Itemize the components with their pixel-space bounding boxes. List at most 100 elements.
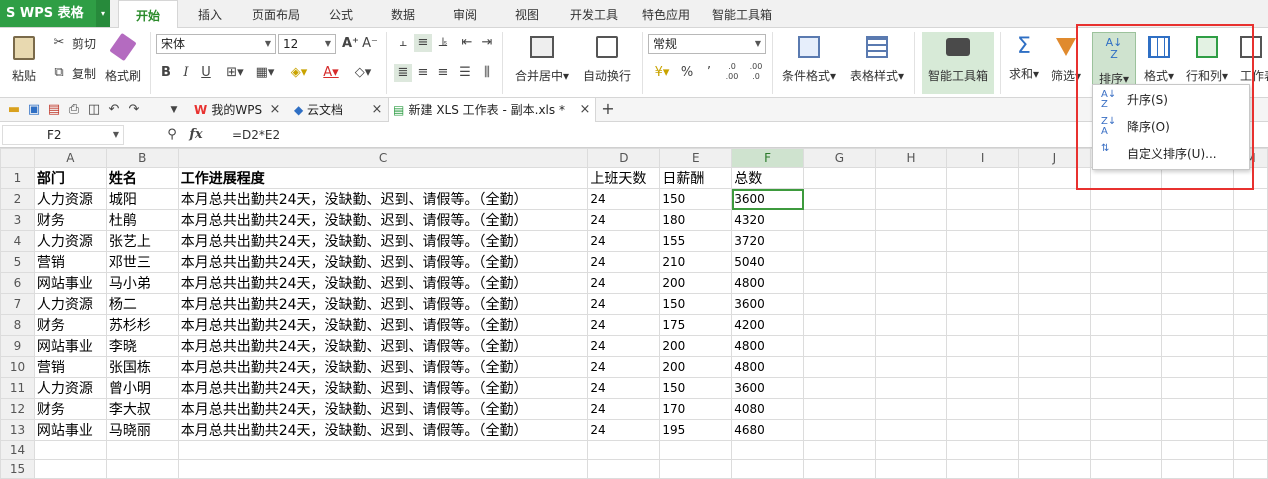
cell-total[interactable]: 5040 — [731, 251, 804, 273]
tab-developer[interactable]: 开发工具 — [564, 0, 624, 28]
cell-daily-pay[interactable]: 200 — [659, 356, 733, 378]
row-header[interactable]: 2 — [0, 188, 35, 210]
font-size-select[interactable]: 12 ▼ — [278, 34, 336, 54]
grid-cell[interactable] — [1233, 459, 1268, 479]
grid-cell[interactable] — [803, 293, 876, 315]
tab-review[interactable]: 审阅 — [442, 0, 488, 28]
row-header[interactable]: 5 — [0, 251, 35, 273]
grid-cell[interactable] — [803, 419, 876, 441]
row-header[interactable]: 1 — [0, 167, 35, 189]
grid-cell[interactable] — [1161, 356, 1235, 378]
cell-progress[interactable]: 本月总共出勤共24天，没缺勤、迟到、请假等。（全勤） — [177, 188, 589, 210]
cell-department[interactable]: 网站事业 — [33, 419, 107, 441]
grid-cell[interactable] — [1018, 314, 1091, 336]
grid-cell[interactable] — [803, 440, 876, 460]
cell-progress[interactable]: 本月总共出勤共24天，没缺勤、迟到、请假等。（全勤） — [177, 251, 589, 273]
align-top-icon[interactable]: ⫠ — [394, 34, 412, 52]
grid-cell[interactable] — [1233, 440, 1268, 460]
column-header[interactable]: D — [587, 148, 661, 168]
fill-color-icon[interactable]: ◈▾ — [286, 64, 312, 82]
grid-cell[interactable] — [874, 188, 948, 210]
grid-cell[interactable] — [1161, 419, 1235, 441]
cell-total[interactable]: 4800 — [731, 335, 804, 357]
row-header[interactable]: 3 — [0, 209, 35, 231]
grid-cell[interactable] — [874, 356, 948, 378]
tab-smart-toolbox[interactable]: 智能工具箱 — [706, 0, 778, 28]
header-cell-daily-pay[interactable]: 日薪酬 — [659, 167, 733, 189]
cell-department[interactable]: 财务 — [33, 209, 107, 231]
grid-cell[interactable] — [946, 272, 1020, 294]
cell-daily-pay[interactable]: 150 — [659, 188, 733, 210]
grid-cell[interactable] — [946, 459, 1020, 479]
grow-font-icon[interactable]: A⁺ — [342, 35, 359, 53]
cell-days[interactable]: 24 — [587, 377, 661, 399]
grid-cell[interactable] — [1018, 419, 1091, 441]
grid-cell[interactable] — [874, 440, 948, 460]
header-cell-days[interactable]: 上班天数 — [587, 167, 661, 189]
export-pdf-icon[interactable]: ▤ — [46, 101, 62, 119]
tab-page-layout[interactable]: 页面布局 — [244, 0, 308, 28]
cell-progress[interactable]: 本月总共出勤共24天，没缺勤、迟到、请假等。（全勤） — [177, 377, 589, 399]
grid-cell[interactable] — [874, 230, 948, 252]
cell-department[interactable]: 人力资源 — [33, 188, 107, 210]
cell-days[interactable]: 24 — [587, 314, 661, 336]
column-header[interactable]: H — [874, 148, 948, 168]
cell-days[interactable]: 24 — [587, 398, 661, 420]
cell-progress[interactable]: 本月总共出勤共24天，没缺勤、迟到、请假等。（全勤） — [177, 293, 589, 315]
grid-cell[interactable] — [1089, 293, 1163, 315]
grid-cell[interactable] — [1233, 251, 1268, 273]
underline-icon[interactable]: U — [198, 64, 214, 82]
open-folder-icon[interactable]: ▬ — [6, 101, 22, 119]
column-header[interactable]: G — [803, 148, 876, 168]
wrap-text-button[interactable]: 自动换行 — [578, 34, 636, 94]
select-all-corner[interactable] — [0, 148, 35, 168]
grid-cell[interactable] — [946, 293, 1020, 315]
cell-name[interactable]: 苏杉杉 — [105, 314, 179, 336]
cell-days[interactable]: 24 — [587, 419, 661, 441]
row-header[interactable]: 7 — [0, 293, 35, 315]
grid-cell[interactable] — [803, 251, 876, 273]
grid-cell[interactable] — [874, 293, 948, 315]
grid-cell[interactable] — [1018, 293, 1091, 315]
grid-cell[interactable] — [803, 167, 876, 189]
tab-data[interactable]: 数据 — [380, 0, 426, 28]
grid-cell[interactable] — [1161, 188, 1235, 210]
grid-cell[interactable] — [1233, 377, 1268, 399]
grid-cell[interactable] — [1089, 398, 1163, 420]
cell-name[interactable]: 邓世三 — [105, 251, 179, 273]
grid-cell[interactable] — [1233, 335, 1268, 357]
cell-daily-pay[interactable]: 170 — [659, 398, 733, 420]
grid-cell[interactable] — [1089, 440, 1163, 460]
cell-total[interactable]: 4080 — [731, 398, 804, 420]
grid-cell[interactable] — [874, 272, 948, 294]
cell-total[interactable]: 3600 — [731, 377, 804, 399]
align-bottom-icon[interactable]: ⫡ — [434, 34, 452, 52]
grid-cell[interactable] — [946, 398, 1020, 420]
cell-progress[interactable]: 本月总共出勤共24天，没缺勤、迟到、请假等。（全勤） — [177, 314, 589, 336]
cell-daily-pay[interactable]: 195 — [659, 419, 733, 441]
column-header[interactable]: A — [33, 148, 107, 168]
grid-cell[interactable] — [1089, 335, 1163, 357]
grid-cell[interactable] — [1089, 188, 1163, 210]
grid-cell[interactable] — [1018, 440, 1091, 460]
redo-icon[interactable]: ↷ — [126, 101, 142, 119]
grid-cell[interactable] — [803, 272, 876, 294]
grid-cell[interactable] — [1018, 356, 1091, 378]
grid-cell[interactable] — [1161, 440, 1235, 460]
column-header[interactable]: C — [177, 148, 589, 168]
grid-cell[interactable] — [946, 335, 1020, 357]
grid-cell[interactable] — [1233, 314, 1268, 336]
cell-department[interactable]: 营销 — [33, 251, 107, 273]
cell-progress[interactable]: 本月总共出勤共24天，没缺勤、迟到、请假等。（全勤） — [177, 209, 589, 231]
row-header[interactable]: 11 — [0, 377, 35, 399]
indent-increase-icon[interactable]: ⇥ — [478, 34, 496, 52]
grid-cell[interactable] — [1233, 230, 1268, 252]
cell-department[interactable]: 营销 — [33, 356, 107, 378]
cell-daily-pay[interactable]: 210 — [659, 251, 733, 273]
grid-cell[interactable] — [1089, 377, 1163, 399]
cell-department[interactable]: 网站事业 — [33, 272, 107, 294]
merge-center-button[interactable]: 合并居中▾ — [510, 34, 574, 94]
grid-cell[interactable] — [105, 459, 179, 479]
increase-decimal-icon[interactable]: .0 .00 — [722, 62, 742, 82]
distribute-icon[interactable]: ⫼ — [478, 64, 496, 82]
